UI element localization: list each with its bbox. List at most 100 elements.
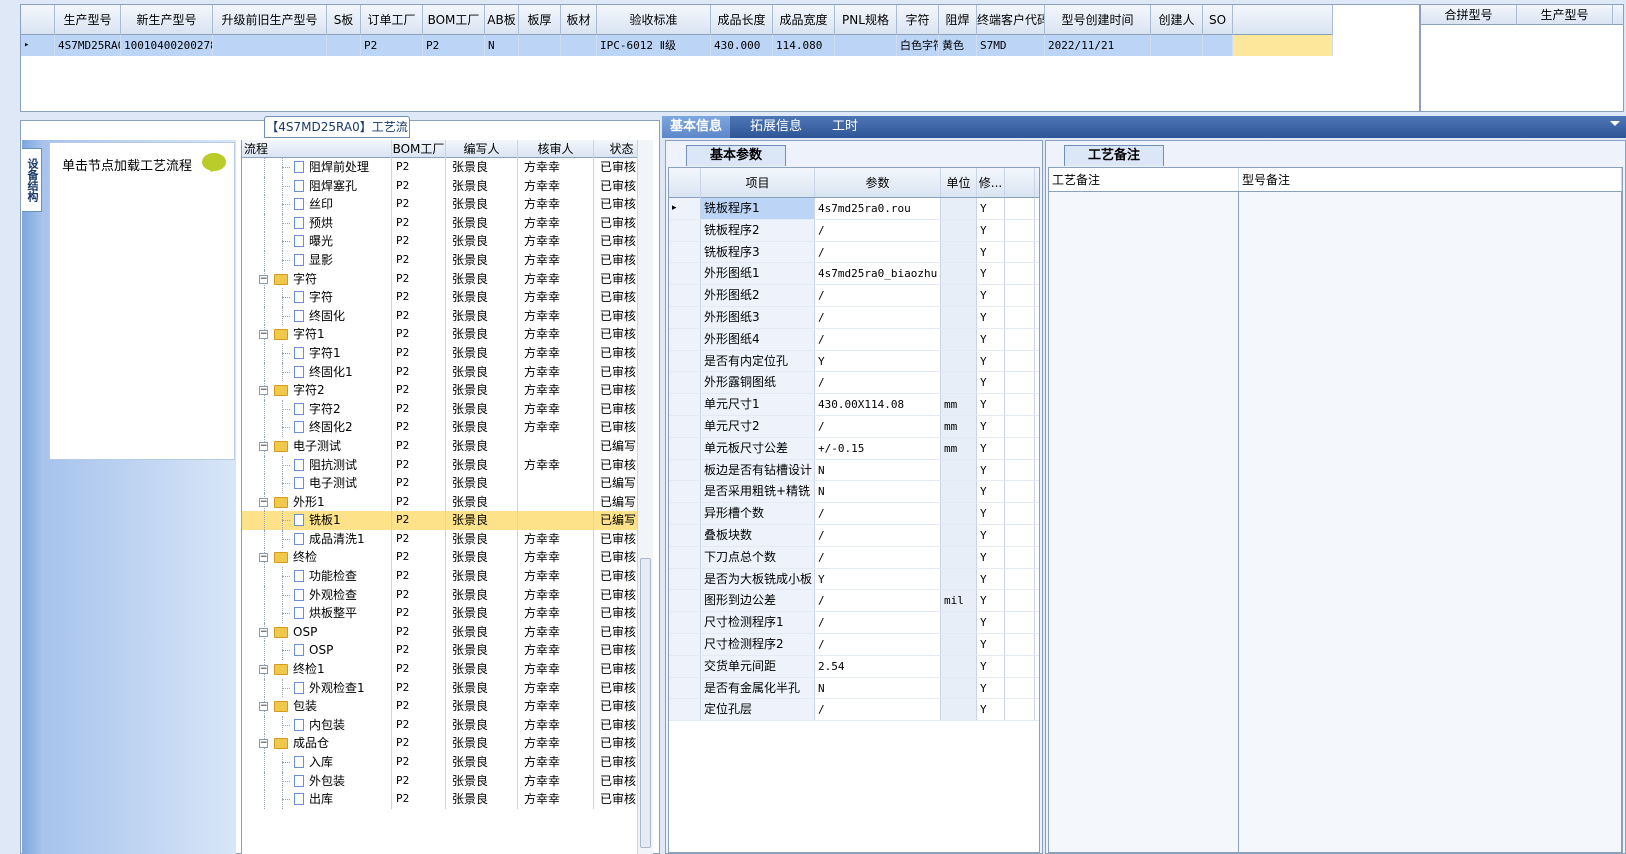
param-value-cell[interactable]: Y [815,568,941,590]
column-header[interactable]: 型号备注 [1239,168,1622,191]
params-row[interactable]: 铣板程序3/ Y [669,241,1039,264]
tree-node-cell[interactable]: 烘板整平 [242,604,392,623]
tree-node-cell[interactable]: 功能检查 [242,567,392,586]
column-header[interactable]: 核审人 [518,140,594,158]
tree-row[interactable]: − 终检 P2 张景良 方幸幸 已审核 [242,548,653,568]
column-header[interactable]: 成品宽度 [773,5,835,35]
column-header[interactable]: 单位 [941,168,977,197]
params-row[interactable]: 板边是否有钻槽设计 N Y [669,459,1039,482]
tree-row[interactable]: − OSP P2 张景良 方幸幸 已审核 [242,622,653,642]
param-value-cell[interactable]: / [815,524,941,546]
tree-row[interactable]: 显影 P2 张景良 方幸幸 已审核 [242,250,653,270]
tree-row[interactable]: 入库 P2 张景良 方幸幸 已审核 [242,753,653,772]
column-header[interactable]: 编写人 [446,140,518,158]
tab-extended-info[interactable]: 拓展信息 [742,116,810,138]
table-cell[interactable]: 430.000 [711,35,773,56]
column-header[interactable]: 流程 [242,140,392,158]
tree-node-cell[interactable]: − 字符1 [242,325,392,344]
column-header[interactable]: 升级前旧生产型号 [213,5,327,35]
tree-row[interactable]: 阻抗测试 P2 张景良 方幸幸 已审核 [242,455,653,475]
table-cell[interactable] [1151,35,1203,56]
param-value-cell[interactable]: / [815,241,941,263]
collapse-toggle-icon[interactable]: − [259,441,268,451]
tree-node-cell[interactable]: 字符2 [242,399,392,419]
tree-row[interactable]: 字符 P2 张景良 方幸幸 已审核 [242,288,653,307]
params-row[interactable]: 交货单元间距 2.54 Y [669,655,1039,678]
param-value-cell[interactable]: / [815,372,941,394]
table-cell[interactable]: 4S7MD25RA0 [55,35,121,56]
params-row[interactable]: 单元尺寸1 430.00X114.08 mm Y [669,394,1039,416]
params-row[interactable]: 尺寸检测程序2/ Y [669,633,1039,656]
params-row[interactable]: 尺寸检测程序1/ Y [669,612,1039,634]
column-header[interactable]: 阻焊 [939,5,977,35]
tree-node-cell[interactable]: 终固化2 [242,418,392,437]
tree-node-cell[interactable]: − 电子测试 [242,436,392,456]
tree-row[interactable]: 电子测试 P2 张景良 已编写 [242,474,653,493]
table-cell[interactable]: N [485,35,519,56]
tree-node-cell[interactable]: 字符 [242,288,392,307]
params-row[interactable]: 异形槽个数 / Y [669,503,1039,525]
params-row[interactable]: 单元尺寸2/mm Y [669,415,1039,438]
params-row[interactable]: 外形图纸2/ Y [669,285,1039,307]
param-value-cell[interactable]: / [815,415,941,437]
tree-row[interactable]: 外观检查1 P2 张景良 方幸幸 已审核 [242,678,653,698]
column-header[interactable]: 合拼型号 [1421,5,1517,25]
params-row[interactable]: ▸ 铣板程序1 4s7md25ra0.rou Y [669,198,1039,220]
tab-process-remarks[interactable]: 工艺备注 [1064,145,1164,166]
tab-basic-params[interactable]: 基本参数 [686,145,786,166]
table-cell[interactable]: S7MD [977,35,1045,56]
table-cell[interactable]: 白色字符 [897,35,939,56]
tab-work-hours[interactable]: 工时 [824,116,866,138]
tab-equipment-structure[interactable]: 设备结构 [22,148,42,212]
tree-node-cell[interactable]: − 字符 [242,269,392,289]
tree-row[interactable]: 字符2 P2 张景良 方幸幸 已审核 [242,399,653,419]
flow-panel-title[interactable]: 【4S7MD25RA0】工艺流程 [264,116,410,154]
param-value-cell[interactable]: / [815,590,941,612]
param-value-cell[interactable]: 2.54 [815,655,941,677]
column-header[interactable]: 创建人 [1151,5,1203,35]
param-value-cell[interactable]: N [815,459,941,481]
collapse-toggle-icon[interactable]: − [259,627,268,637]
tree-node-cell[interactable]: − 成品仓 [242,734,392,753]
tree-node-cell[interactable]: 外观检查 [242,585,392,605]
param-value-cell[interactable]: N [815,677,941,699]
table-cell[interactable] [519,35,561,56]
table-cell[interactable] [213,35,327,56]
column-header[interactable]: BOM工厂 [423,5,485,35]
collapse-toggle-icon[interactable]: − [259,330,268,340]
tree-row[interactable]: 功能检查 P2 张景良 方幸幸 已审核 [242,567,653,586]
model-grid-row[interactable]: ▸ 4S7MD25RA0 10010400200278 P2 P2 N IPC-6012 Ⅱ… [21,35,1333,56]
tree-row[interactable]: 曝光 P2 张景良 方幸幸 已审核 [242,232,653,251]
column-header[interactable]: 型号创建时间 [1045,5,1151,35]
tree-node-cell[interactable]: 终固化 [242,306,392,326]
tree-node-cell[interactable]: 字符1 [242,343,392,363]
tab-basic-info[interactable]: 基本信息 [662,116,731,138]
tree-row[interactable]: − 成品仓 P2 张景良 方幸幸 已审核 [242,734,653,753]
collapse-toggle-icon[interactable]: − [259,497,268,507]
params-row[interactable]: 下刀点总个数 / Y [669,546,1039,569]
tree-row[interactable]: 成品清洗1 P2 张景良 方幸幸 已审核 [242,529,653,549]
column-header[interactable]: 板厚 [519,5,561,35]
tree-row[interactable]: − 终检1 P2 张景良 方幸幸 已审核 [242,660,653,679]
param-value-cell[interactable]: / [815,633,941,655]
tree-row[interactable]: 阻焊塞孔 P2 张景良 方幸幸 已审核 [242,176,653,196]
table-cell[interactable]: IPC-6012 Ⅱ级 [597,35,711,56]
flow-tree-scrollbar[interactable] [637,140,653,854]
tree-row[interactable]: 终固化2 P2 张景良 方幸幸 已审核 [242,418,653,437]
param-value-cell[interactable]: / [815,546,941,568]
param-value-cell[interactable]: / [815,612,941,633]
column-header[interactable]: AB板 [485,5,519,35]
tree-row[interactable]: 终固化 P2 张景良 方幸幸 已审核 [242,306,653,326]
model-remark-field[interactable] [1239,192,1622,852]
params-row[interactable]: 单元板尺寸公差 +/-0.15 mm Y [669,437,1039,460]
flow-tree-scroll-thumb[interactable] [640,558,651,848]
column-header[interactable]: 生产型号 [55,5,121,35]
tree-row[interactable]: 烘板整平 P2 张景良 方幸幸 已审核 [242,604,653,623]
tree-row[interactable]: OSP P2 张景良 方幸幸 已审核 [242,641,653,661]
params-row[interactable]: 外形图纸3/ Y [669,306,1039,329]
tree-node-cell[interactable]: 电子测试 [242,474,392,493]
tree-row[interactable]: − 包装 P2 张景良 方幸幸 已审核 [242,697,653,716]
column-header[interactable]: 终端客户代码 [977,5,1045,35]
process-remark-field[interactable] [1049,192,1239,852]
param-value-cell[interactable]: / [815,285,941,306]
